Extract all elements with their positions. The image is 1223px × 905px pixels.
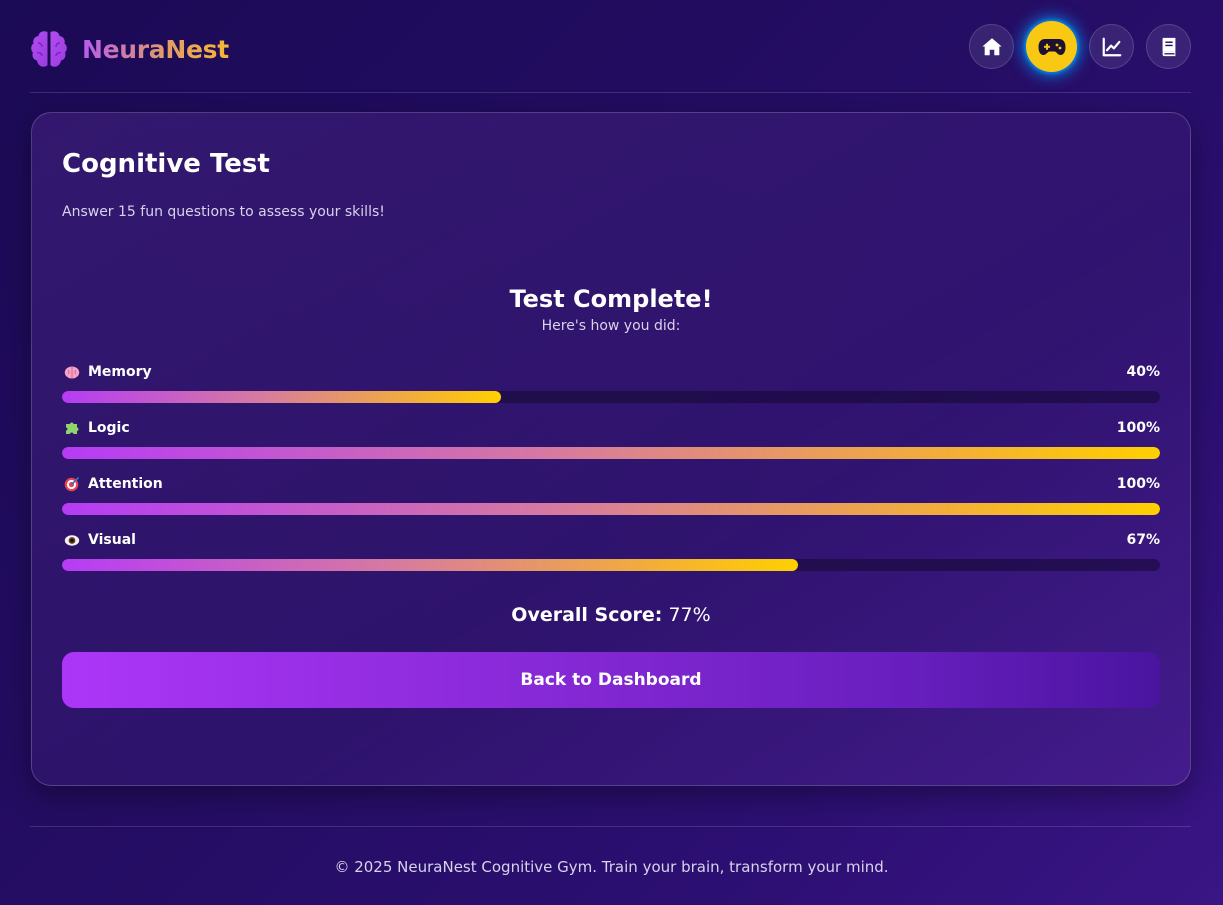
- gamepad-icon: [1038, 38, 1065, 55]
- test-card: Cognitive Test Answer 15 fun questions t…: [31, 112, 1191, 786]
- target-icon: [64, 476, 80, 492]
- skill-label-logic: Logic: [62, 420, 130, 436]
- skill-value: 40%: [1126, 364, 1160, 380]
- skill-name: Logic: [88, 420, 130, 436]
- skill-row-logic: Logic 100%: [62, 419, 1160, 475]
- nav-library-button[interactable]: [1146, 24, 1191, 69]
- footer-text: © 2025 NeuraNest Cognitive Gym. Train yo…: [334, 858, 889, 876]
- brain-icon: [31, 31, 67, 67]
- progress-fill: [62, 503, 1160, 515]
- skill-value: 100%: [1116, 476, 1160, 492]
- progress-track: [62, 447, 1160, 459]
- overall-score-value: 77%: [668, 604, 711, 626]
- skill-label-memory: Memory: [62, 364, 152, 380]
- progress-fill: [62, 559, 798, 571]
- skill-name: Visual: [88, 532, 136, 548]
- progress-track: [62, 391, 1160, 403]
- skill-label-visual: Visual: [62, 532, 136, 548]
- skill-name: Memory: [88, 364, 152, 380]
- card-subtitle: Answer 15 fun questions to assess your s…: [62, 204, 385, 220]
- main-nav: [957, 21, 1191, 72]
- brand-name: NeuraNest: [82, 34, 229, 64]
- brand[interactable]: NeuraNest: [30, 28, 229, 70]
- brain-icon: [64, 366, 80, 379]
- back-to-dashboard-button[interactable]: Back to Dashboard: [62, 652, 1160, 708]
- nav-progress-button[interactable]: [1089, 24, 1134, 69]
- eye-icon: [64, 535, 80, 546]
- book-icon: [1162, 37, 1175, 56]
- chart-icon: [1102, 37, 1121, 56]
- skill-results: Memory 40% Logic 100% Attention 100% Vis…: [62, 363, 1160, 587]
- progress-track: [62, 503, 1160, 515]
- puzzle-icon: [66, 422, 79, 434]
- nav-games-button[interactable]: [1026, 21, 1077, 72]
- skill-row-attention: Attention 100%: [62, 475, 1160, 531]
- footer-divider: [30, 826, 1191, 827]
- home-icon: [981, 37, 1002, 55]
- result-title: Test Complete!: [509, 285, 713, 313]
- progress-fill: [62, 447, 1160, 459]
- progress-track: [62, 559, 1160, 571]
- skill-name: Attention: [88, 476, 163, 492]
- progress-fill: [62, 391, 502, 403]
- overall-score: Overall Score: 77%: [32, 604, 1190, 626]
- result-subtitle: Here's how you did:: [541, 318, 681, 334]
- app-header: NeuraNest: [30, 0, 1191, 93]
- skill-value: 100%: [1116, 420, 1160, 436]
- skill-value: 67%: [1126, 532, 1160, 548]
- nav-home-button[interactable]: [969, 24, 1014, 69]
- card-title: Cognitive Test: [62, 149, 270, 179]
- skill-row-visual: Visual 67%: [62, 531, 1160, 587]
- overall-score-label: Overall Score:: [511, 604, 663, 626]
- skill-label-attention: Attention: [62, 476, 163, 492]
- skill-row-memory: Memory 40%: [62, 363, 1160, 419]
